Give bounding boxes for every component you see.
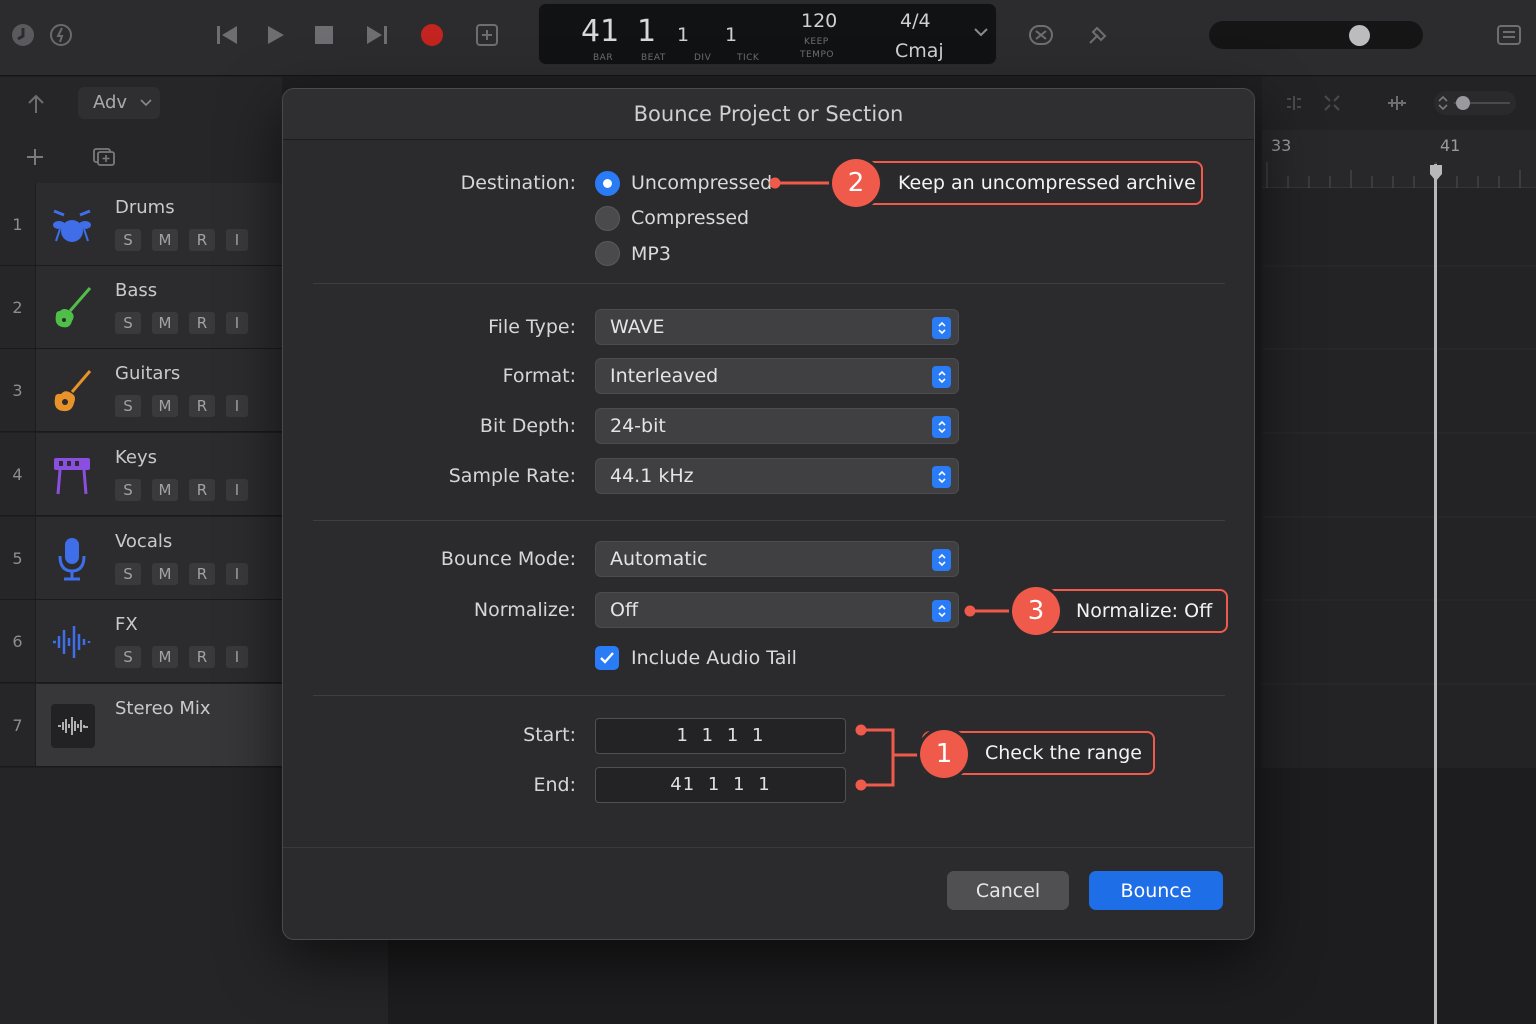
- callout-2: Keep an uncompressed archive: [836, 161, 1203, 205]
- callout-text: Normalize: Off: [1076, 600, 1213, 622]
- callout-text: Check the range: [985, 742, 1142, 764]
- callout-badge-2: 2: [832, 159, 880, 207]
- callout-text: Keep an uncompressed archive: [898, 172, 1196, 194]
- callout-badge-3: 3: [1012, 587, 1060, 635]
- callout-connectors: [769, 177, 1016, 791]
- callout-badge-1: 1: [920, 730, 968, 778]
